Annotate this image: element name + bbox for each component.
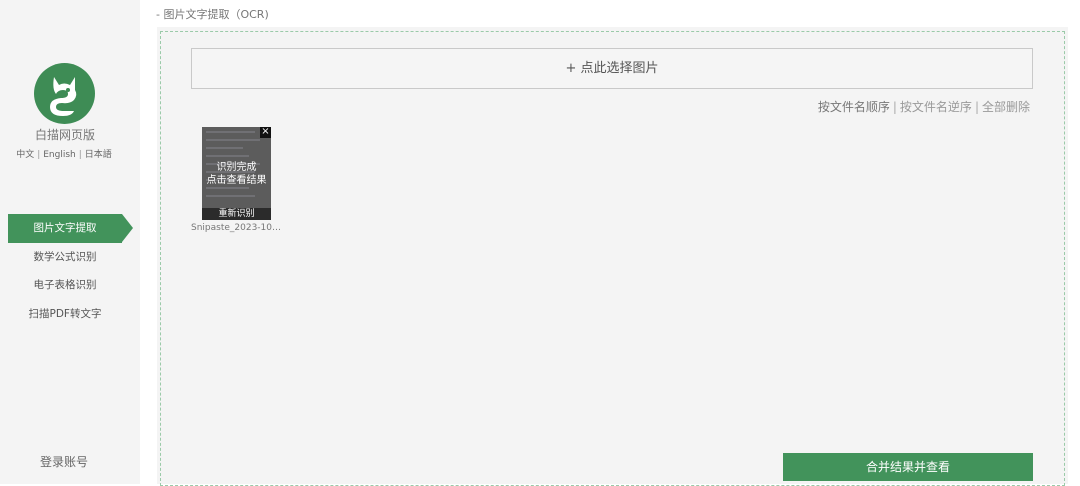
recognition-status[interactable]: 识别完成 点击查看结果 — [202, 161, 271, 187]
lang-english[interactable]: English — [43, 150, 76, 160]
sort-by-name-link[interactable]: 按文件名顺序 — [818, 100, 890, 114]
nav-menu: 图片文字提取 数学公式识别 电子表格识别 扫描PDF转文字 — [8, 214, 133, 328]
lang-chinese[interactable]: 中文 — [16, 150, 34, 160]
merge-results-button[interactable]: 合并结果并查看 — [783, 453, 1033, 481]
file-thumbnail[interactable]: 识别完成 点击查看结果 × 重新识别 — [202, 127, 271, 220]
nav-item-math-formula[interactable]: 数学公式识别 — [8, 243, 122, 272]
nav-item-pdf-to-text[interactable]: 扫描PDF转文字 — [8, 300, 122, 329]
upload-panel — [157, 27, 1068, 486]
brand-name: 白描网页版 — [34, 128, 95, 142]
breadcrumb: - 图片文字提取（OCR) — [156, 8, 269, 21]
status-done: 识别完成 — [216, 162, 257, 173]
remove-file-icon[interactable]: × — [260, 127, 271, 138]
sort-separator: | — [892, 100, 897, 114]
lang-separator: | — [78, 150, 82, 160]
sort-controls: 按文件名顺序 | 按文件名逆序 | 全部删除 — [818, 98, 1030, 115]
login-link[interactable]: 登录账号 — [0, 453, 128, 470]
sort-separator: | — [974, 100, 979, 114]
language-switcher: 中文 | English | 日本語 — [0, 147, 128, 160]
file-name: Snipaste_2023-10-... — [191, 223, 283, 233]
delete-all-link[interactable]: 全部删除 — [982, 100, 1030, 114]
lang-japanese[interactable]: 日本語 — [85, 150, 112, 160]
nav-item-spreadsheet[interactable]: 电子表格识别 — [8, 271, 122, 300]
lang-separator: | — [37, 150, 41, 160]
app-logo-icon — [34, 63, 95, 124]
sidebar: 白描网页版 中文 | English | 日本語 图片文字提取 数学公式识别 电子表格识… — [0, 0, 140, 484]
status-view-result: 点击查看结果 — [206, 175, 267, 186]
select-image-button[interactable]: + 点此选择图片 — [191, 48, 1033, 89]
nav-item-image-ocr[interactable]: 图片文字提取 — [8, 214, 133, 243]
sort-by-name-reverse-link[interactable]: 按文件名逆序 — [900, 100, 972, 114]
rerun-recognition-button[interactable]: 重新识别 — [202, 208, 271, 220]
